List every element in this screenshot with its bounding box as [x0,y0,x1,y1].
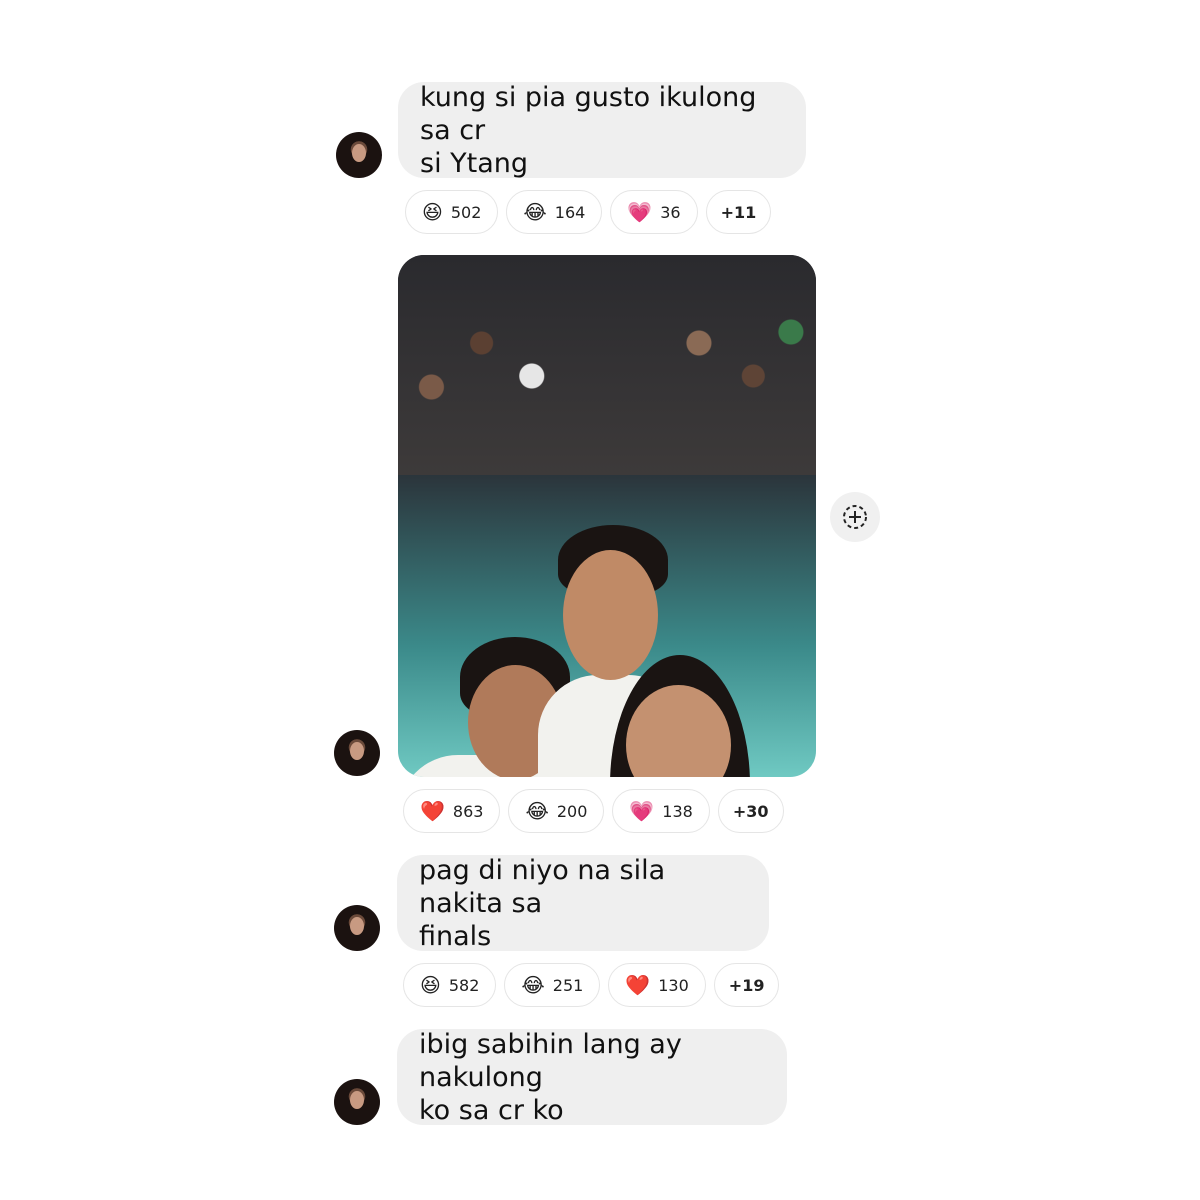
red-heart-emoji-icon: ❤️ [420,799,445,823]
reaction-bar: 😆 582 😂 251 ❤️ 130 +19 [403,963,780,1007]
reaction-count: 200 [556,801,588,821]
more-reactions-pill[interactable]: +19 [713,963,780,1007]
reaction-count: 251 [552,975,584,995]
avatar[interactable] [334,730,380,776]
growing-heart-emoji-icon: 💗 [629,799,655,823]
add-reaction-button[interactable] [830,492,880,542]
reaction-count: 36 [660,202,681,222]
reaction-pill[interactable]: 💗 138 [612,789,710,833]
reaction-bar: 😆 502 😂 164 💗 36 +11 [405,190,772,234]
add-reaction-icon [843,505,867,529]
reaction-count: 502 [450,202,482,222]
reaction-pill[interactable]: 😆 582 [403,963,497,1007]
message-bubble[interactable]: ibig sabihin lang ay nakulong ko sa cr k… [397,1028,787,1126]
message-bubble[interactable]: kung si pia gusto ikulong sa cr si Ytang [398,81,806,179]
message-bubble[interactable]: pag di niyo na sila nakita sa finals [397,854,769,952]
reaction-count: 164 [554,202,586,222]
message-text: kung si pia gusto ikulong sa cr si Ytang [420,81,757,179]
reaction-count: 582 [448,975,480,995]
reaction-pill[interactable]: 😂 200 [508,789,605,833]
more-reactions-pill[interactable]: +30 [717,789,784,833]
crowd-background [398,255,816,475]
avatar[interactable] [334,905,380,951]
reaction-count: 138 [662,801,693,821]
reaction-bar: ❤️ 863 😂 200 💗 138 +30 [403,789,784,833]
reaction-pill[interactable]: 😂 251 [504,963,601,1007]
laughing-emoji-icon: 😆 [420,973,441,997]
laughing-emoji-icon: 😆 [422,200,443,224]
red-heart-emoji-icon: ❤️ [625,973,651,997]
growing-heart-emoji-icon: 💗 [627,200,653,224]
reaction-pill[interactable]: 😆 502 [405,190,499,234]
reaction-pill[interactable]: 💗 36 [610,190,698,234]
tears-of-joy-emoji-icon: 😂 [523,200,547,224]
reaction-pill[interactable]: 😂 164 [506,190,603,234]
tears-of-joy-emoji-icon: 😂 [521,973,545,997]
reaction-pill[interactable]: ❤️ 863 [403,789,501,833]
more-reactions-pill[interactable]: +11 [705,190,772,234]
reaction-count: 863 [452,801,484,821]
avatar[interactable] [336,132,382,178]
shared-photo[interactable] [398,255,816,777]
message-text: ibig sabihin lang ay nakulong ko sa cr k… [419,1028,682,1126]
tears-of-joy-emoji-icon: 😂 [525,799,549,823]
reaction-count: 130 [658,975,689,995]
reaction-pill[interactable]: ❤️ 130 [608,963,706,1007]
avatar[interactable] [334,1079,380,1125]
message-text: pag di niyo na sila nakita sa finals [419,854,666,952]
